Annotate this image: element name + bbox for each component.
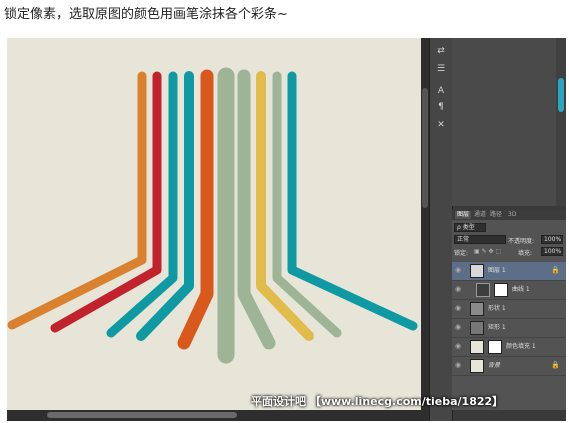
- eye-icon[interactable]: ◉: [455, 324, 462, 331]
- eye-icon[interactable]: ◉: [455, 305, 462, 312]
- tab-channels[interactable]: 通道: [474, 211, 486, 219]
- tab-3d[interactable]: 3D: [508, 211, 516, 219]
- mask-thumbnail: [494, 283, 508, 297]
- canvas-vertical-scrollbar[interactable]: [421, 38, 429, 410]
- panel-scrollbar[interactable]: [556, 38, 566, 206]
- blend-mode-select[interactable]: 正常: [454, 235, 506, 244]
- stripes-artwork: [7, 67, 418, 364]
- lock-icons[interactable]: ▣ ✎ ✥ ⬚: [474, 248, 501, 255]
- layer-thumbnail: [470, 264, 484, 278]
- lock-label: 锁定:: [454, 250, 469, 257]
- filter-label: 类型: [462, 224, 475, 231]
- eye-icon[interactable]: ◉: [455, 286, 462, 293]
- eye-icon[interactable]: ◉: [455, 362, 462, 369]
- scrollbar-thumb[interactable]: [558, 78, 564, 112]
- layer-name: 曲线 1: [512, 286, 530, 293]
- eye-icon[interactable]: ◉: [455, 267, 462, 274]
- opacity-input[interactable]: 100%: [541, 235, 563, 244]
- fill-input[interactable]: 100%: [541, 247, 563, 256]
- layer-name: 背景: [488, 362, 501, 369]
- tab-paths[interactable]: 路径: [490, 211, 502, 219]
- text-icon[interactable]: A: [433, 84, 449, 98]
- layer-row[interactable]: ◉ 矩形 1: [452, 319, 566, 338]
- opacity-label: 不透明度:: [508, 238, 535, 245]
- layer-row[interactable]: ◉ 背景 🔒: [452, 357, 566, 376]
- paragraph-icon[interactable]: ¶: [433, 100, 449, 114]
- layer-thumbnail: [470, 321, 484, 335]
- layer-name: 矩形 1: [488, 324, 506, 331]
- panel-toolstrip: ⇄ ☰ A ¶ ✕: [429, 38, 453, 421]
- adjustment-thumbnail: [476, 283, 490, 297]
- lock-icon: 🔒: [551, 266, 560, 274]
- arrows-icon[interactable]: ⇄: [433, 44, 449, 58]
- canvas-horizontal-scrollbar[interactable]: [7, 410, 429, 421]
- layer-row[interactable]: ◉ 曲线 1: [452, 281, 566, 300]
- layer-thumbnail: [470, 302, 484, 316]
- tab-layers[interactable]: 图层: [455, 211, 472, 219]
- photoshop-window: ⇄ ☰ A ¶ ✕ 图层 通道 路径 3D ρ 类型 正常 不透明度: 100%…: [7, 38, 566, 421]
- scrollbar-thumb[interactable]: [422, 88, 428, 208]
- layers-panel: 图层 通道 路径 3D ρ 类型 正常 不透明度: 100% 锁定: ▣ ✎ ✥…: [452, 210, 566, 410]
- color-stripe: [287, 71, 418, 331]
- fill-label: 填充:: [518, 250, 533, 257]
- fill-thumbnail: [470, 340, 484, 354]
- upper-panel: [452, 38, 566, 206]
- sliders-icon[interactable]: ☰: [433, 62, 449, 76]
- layer-name: 形状 1: [488, 305, 506, 312]
- layer-row[interactable]: ◉ 图层 1 🔒: [452, 262, 566, 281]
- tools-icon[interactable]: ✕: [433, 118, 449, 132]
- eye-icon[interactable]: ◉: [455, 343, 462, 350]
- search-icon: ρ: [457, 224, 461, 231]
- lock-icon: 🔒: [551, 361, 560, 369]
- layers-tabs: 图层 通道 路径 3D: [452, 210, 566, 220]
- scrollbar-thumb[interactable]: [47, 412, 237, 418]
- color-stripe: [272, 71, 342, 338]
- layer-row[interactable]: ◉ 形状 1: [452, 300, 566, 319]
- layer-row[interactable]: ◉ 颜色填充 1: [452, 338, 566, 357]
- layer-filter-select[interactable]: ρ 类型: [454, 223, 486, 232]
- layer-thumbnail: [470, 359, 484, 373]
- canvas[interactable]: [7, 38, 421, 410]
- caption-text: 锁定像素，选取原图的颜色用画笔涂抹各个彩条~: [4, 7, 288, 22]
- watermark-text: 平面设计吧 【www.linecg.com/tieba/1822】: [251, 395, 504, 408]
- mask-thumbnail: [488, 340, 502, 354]
- layer-name: 颜色填充 1: [506, 343, 536, 350]
- layer-name: 图层 1: [488, 267, 506, 274]
